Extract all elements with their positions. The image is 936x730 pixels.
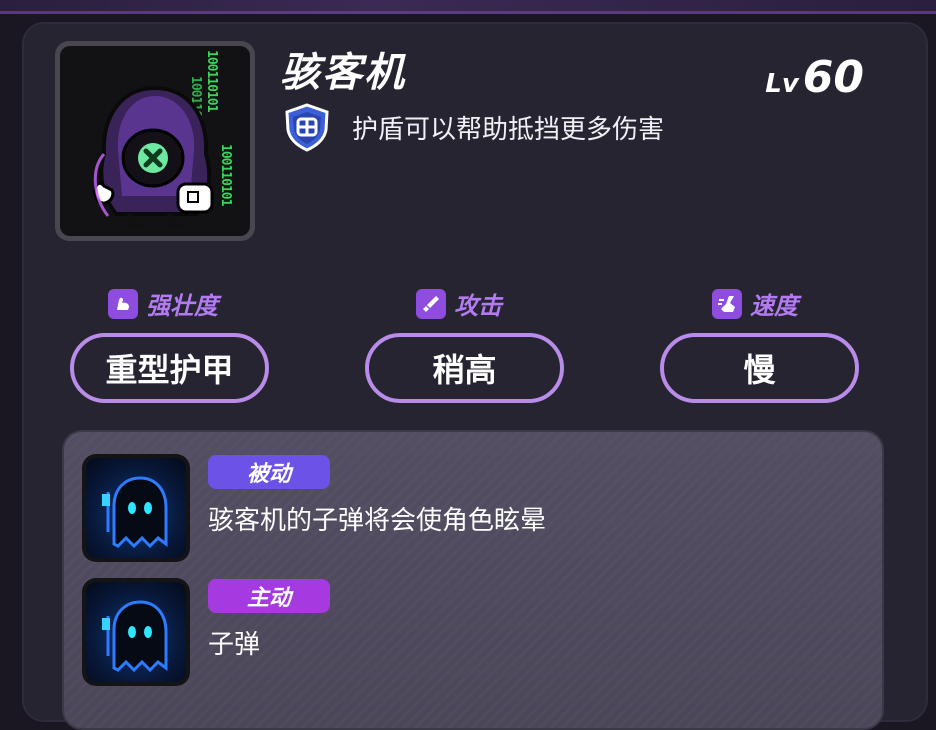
stat-value-speed: 慢	[660, 333, 859, 403]
character-portrait: 100110101 1001101 100110101 10	[55, 41, 255, 241]
stat-label-speed: 速度	[712, 286, 798, 321]
level-prefix: Lv	[765, 69, 799, 99]
stat-label-text: 攻击	[454, 292, 502, 320]
ghost-icon	[86, 582, 186, 682]
character-name: 骇客机	[280, 50, 406, 96]
stat-value-attack: 稍高	[365, 333, 564, 403]
skill-tag-active: 主动	[208, 579, 330, 613]
skill-description-active: 子弹	[208, 630, 261, 660]
top-strip	[0, 0, 936, 14]
stat-label-text: 速度	[750, 292, 798, 320]
boot-icon	[712, 288, 742, 319]
trait-text: 护盾可以帮助抵挡更多伤害	[352, 114, 665, 145]
passive-skill-icon[interactable]	[82, 454, 190, 562]
shield-icon	[285, 103, 329, 152]
active-skill-icon[interactable]	[82, 578, 190, 686]
skill-description-passive: 骇客机的子弹将会使角色眩晕	[208, 506, 547, 536]
skill-tag-passive: 被动	[208, 455, 330, 489]
hooded-hacker-icon	[93, 85, 214, 229]
stat-label-toughness: 强壮度	[108, 286, 218, 321]
trait-row: 护盾可以帮助抵挡更多伤害	[282, 102, 664, 152]
level-value: 60	[802, 52, 864, 103]
flexed-arm-icon	[108, 288, 138, 319]
portrait-frame: 100110101 1001101 100110101 10	[60, 46, 250, 236]
sword-icon	[416, 288, 446, 319]
ghost-icon	[86, 458, 186, 558]
stat-value-toughness: 重型护甲	[70, 333, 269, 403]
level-display: Lv 60	[765, 52, 864, 103]
stat-label-attack: 攻击	[416, 286, 502, 321]
stat-label-text: 强壮度	[146, 292, 218, 320]
